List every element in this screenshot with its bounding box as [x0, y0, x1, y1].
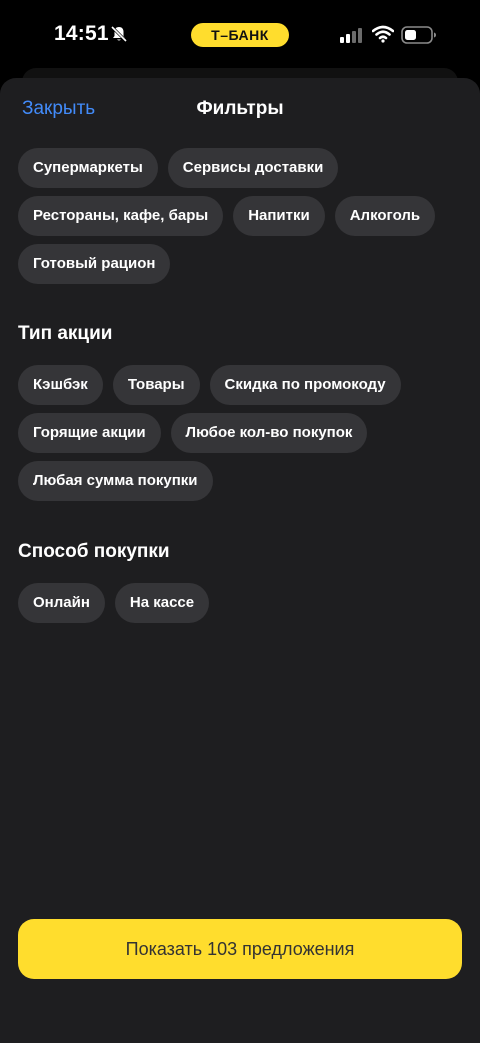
chip-online[interactable]: Онлайн	[18, 583, 105, 623]
sheet-header: Закрыть Фильтры	[0, 78, 480, 142]
chip-any-quantity[interactable]: Любое кол-во покупок	[170, 413, 368, 453]
chip-delivery-services[interactable]: Сервисы доставки	[167, 148, 339, 188]
chip-supermarkets[interactable]: Супермаркеты	[18, 148, 158, 188]
purchase-method-chips: Онлайн На кассе	[18, 583, 462, 623]
show-offers-button[interactable]: Показать 103 предложения	[18, 919, 462, 979]
promo-type-title: Тип акции	[18, 323, 113, 344]
chip-cashback[interactable]: Кэшбэк	[18, 365, 103, 405]
purchase-method-section: Способ покупки Онлайн На кассе	[18, 541, 462, 623]
category-chips: Супермаркеты Сервисы доставки Рестораны,…	[18, 148, 462, 284]
purchase-method-title: Способ покупки	[18, 541, 170, 562]
chip-drinks[interactable]: Напитки	[233, 196, 325, 236]
bell-slash-icon	[110, 25, 128, 43]
chip-goods[interactable]: Товары	[112, 365, 200, 405]
bank-badge[interactable]: Т–БАНК	[191, 23, 289, 47]
filters-sheet: Закрыть Фильтры Супермаркеты Сервисы дос…	[0, 78, 480, 1043]
promo-type-chips: Кэшбэк Товары Скидка по промокоду Горящи…	[18, 365, 462, 501]
wifi-icon	[372, 25, 394, 43]
chip-ready-meals[interactable]: Готовый рацион	[18, 244, 171, 284]
page-title: Фильтры	[196, 98, 284, 119]
signal-icon	[340, 28, 362, 43]
screen: 14:51 Т–БАНК Закрыть Фильтры Супермаркет…	[0, 0, 480, 1043]
chip-in-store[interactable]: На кассе	[114, 583, 210, 623]
chip-promo-code[interactable]: Скидка по промокоду	[209, 365, 401, 405]
promo-type-section: Тип акции Кэшбэк Товары Скидка по промок…	[18, 323, 462, 501]
chip-hot-deals[interactable]: Горящие акции	[18, 413, 161, 453]
categories-section: Супермаркеты Сервисы доставки Рестораны,…	[18, 148, 462, 284]
status-time: 14:51	[54, 22, 109, 45]
chip-restaurants[interactable]: Рестораны, кафе, бары	[18, 196, 224, 236]
chip-alcohol[interactable]: Алкоголь	[334, 196, 436, 236]
battery-icon	[401, 26, 436, 44]
chip-any-amount[interactable]: Любая сумма покупки	[18, 461, 213, 501]
status-bar: 14:51 Т–БАНК	[0, 0, 480, 70]
